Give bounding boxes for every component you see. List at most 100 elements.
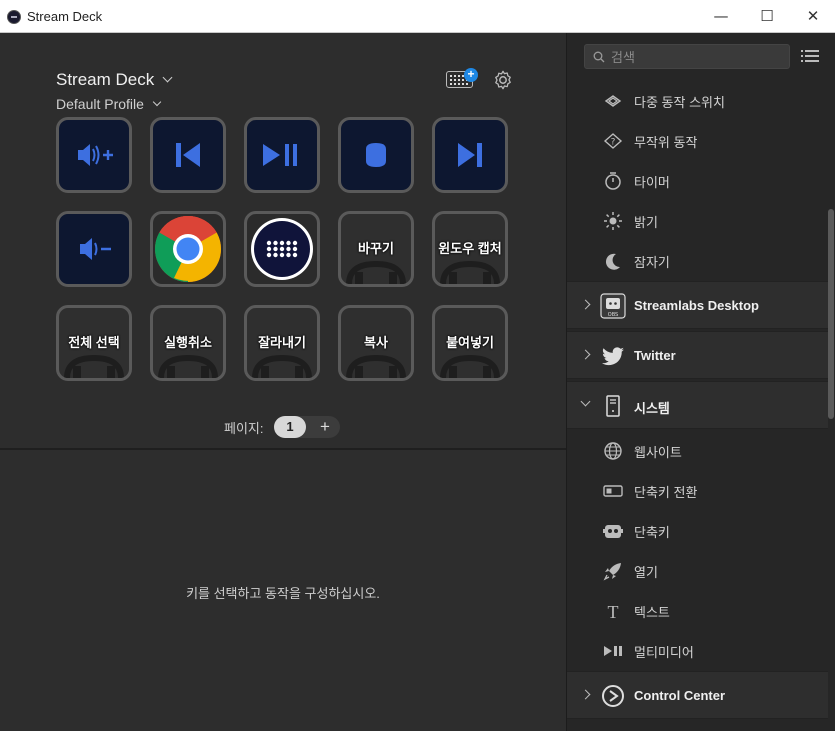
key-label: 바꾸기 [358,241,394,256]
search-box[interactable] [584,44,790,69]
action-brightness[interactable]: 밝기 [567,200,828,240]
copy-key[interactable]: 복사 [338,305,414,381]
chevron-right-icon [580,349,591,360]
chevron-down-icon [152,97,162,107]
undo-key[interactable]: 실행취소 [150,305,226,381]
window-capture-key[interactable]: 윈도우 캡처 [432,211,508,287]
previous-track-icon [176,143,200,167]
volume-up-key[interactable] [56,117,132,193]
action-label: 텍스트 [634,605,670,620]
gear-icon[interactable] [492,69,514,91]
window-title: Stream Deck [27,9,103,24]
chevron-down-icon [162,72,173,83]
select-all-key[interactable]: 전체 선택 [56,305,132,381]
key-label: 실행취소 [164,335,212,350]
maximize-button[interactable]: ☐ [744,0,790,33]
svg-text:?: ? [611,138,616,148]
category-system[interactable]: 시스템 [567,381,828,429]
canvas-pane: Stream Deck Default Profile + 바꾸기 윈도우 캡처… [0,33,566,731]
action-hotkey[interactable]: 단축키 [567,510,828,550]
stream-deck-icon [251,218,313,280]
volume-up-icon [78,144,113,166]
actions-sidebar: 다중 동작 스위치 ? 무작위 동작 타이머 밝기 잠자기 OBS Stream… [566,33,835,731]
open-icon [603,563,621,581]
svg-text:OBS: OBS [608,312,618,318]
next-track-icon [458,143,482,167]
hotkey-icon [158,354,218,378]
title-bar: Stream Deck — ☐ ✕ [0,0,835,33]
close-button[interactable]: ✕ [790,0,835,33]
timer-icon [605,172,621,190]
action-hotkey-switch[interactable]: 단축키 전환 [567,470,828,510]
hotkey-icon [603,525,623,538]
list-view-icon[interactable] [801,48,819,64]
action-sleep[interactable]: 잠자기 [567,240,828,280]
search-input[interactable] [611,48,781,66]
pane-divider[interactable] [0,448,566,450]
profile-name: Default Profile [56,96,144,112]
website-icon [604,442,622,460]
action-label: 열기 [634,565,658,580]
page-label: 페이지: [224,421,264,436]
stream-deck-app-icon [7,10,21,24]
device-selector[interactable]: Stream Deck [56,70,173,90]
add-page-button[interactable]: + [316,416,334,438]
replace-key[interactable]: 바꾸기 [338,211,414,287]
chevron-right-icon [580,299,591,310]
stream-deck-app-key[interactable] [244,211,320,287]
action-timer[interactable]: 타이머 [567,160,828,200]
previous-track-key[interactable] [150,117,226,193]
chrome-key[interactable] [150,211,226,287]
streamlabs-obs-icon: OBS [600,293,626,319]
sidebar-scrollbar[interactable] [828,209,834,419]
paste-key[interactable]: 붙여넣기 [432,305,508,381]
hotkey-icon [440,260,500,284]
chevron-right-icon [580,689,591,700]
profile-selector[interactable]: Default Profile [56,96,162,112]
search-icon [593,51,605,63]
plus-badge-icon: + [464,68,478,82]
category-control-center[interactable]: Control Center [567,671,828,719]
category-label: Control Center [634,688,725,703]
minimize-button[interactable]: — [698,0,744,33]
hotkey-switch-icon [603,485,623,497]
device-name: Stream Deck [56,70,155,89]
hotkey-icon [252,354,312,378]
category-twitter[interactable]: Twitter [567,331,828,379]
hotkey-icon [346,260,406,284]
action-multi-action-switch[interactable]: 다중 동작 스위치 [567,80,828,120]
hotkey-icon [64,354,124,378]
action-random[interactable]: ? 무작위 동작 [567,120,828,160]
twitter-icon [602,347,624,366]
action-label: 무작위 동작 [634,135,698,150]
action-multimedia[interactable]: 멀티미디어 [567,630,828,670]
action-website[interactable]: 웹사이트 [567,430,828,470]
cut-key[interactable]: 잘라내기 [244,305,320,381]
category-label: Twitter [634,348,676,363]
chevron-down-icon [580,396,591,407]
key-label: 윈도우 캡처 [438,241,502,256]
action-label: 단축키 전환 [634,485,698,500]
control-center-icon [602,685,624,707]
system-icon [606,395,620,417]
device-area: Stream Deck Default Profile + 바꾸기 윈도우 캡처… [0,33,566,448]
key-label: 전체 선택 [68,335,120,350]
multimedia-icon [604,646,622,656]
next-track-key[interactable] [432,117,508,193]
action-label: 밝기 [634,215,658,230]
category-streamlabs-desktop[interactable]: OBS Streamlabs Desktop [567,281,828,329]
key-label: 복사 [364,335,388,350]
action-open[interactable]: 열기 [567,550,828,590]
volume-down-key[interactable] [56,211,132,287]
play-pause-icon [263,144,297,166]
action-label: 다중 동작 스위치 [634,95,725,110]
brightness-icon [604,212,622,230]
random-action-icon: ? [603,133,623,149]
text-icon: T [608,602,619,622]
stop-key[interactable] [338,117,414,193]
page-1-button[interactable]: 1 [274,416,306,438]
chrome-icon [154,215,222,282]
play-pause-key[interactable] [244,117,320,193]
action-text[interactable]: T 텍스트 [567,590,828,630]
action-label: 멀티미디어 [634,645,694,660]
